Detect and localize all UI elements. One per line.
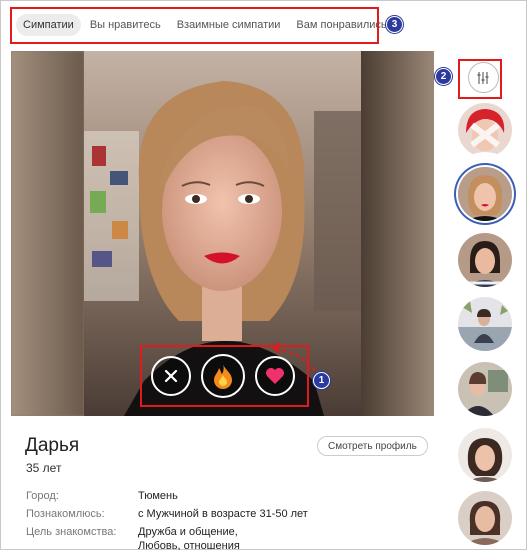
- goal-value-1: Дружба и общение,: [138, 526, 238, 538]
- sliders-icon: [477, 71, 489, 84]
- avatar-candidate-7[interactable]: [458, 491, 512, 545]
- avatar-candidate-1[interactable]: [458, 103, 512, 157]
- avatar-image: [458, 103, 512, 157]
- avatar-image: [458, 297, 512, 351]
- avatar-image: [458, 362, 512, 416]
- highlight-box-tabs: [10, 7, 379, 44]
- goal-label: Цель знакомства:: [26, 526, 117, 538]
- avatar-image: [458, 233, 512, 287]
- filter-circle: [467, 62, 499, 93]
- photo-blur-left: [11, 51, 84, 416]
- avatar-candidate-5[interactable]: [458, 362, 512, 416]
- annotation-badge-2: 2: [435, 68, 452, 85]
- avatar-image: [458, 428, 512, 482]
- annotation-badge-3: 3: [386, 16, 403, 33]
- avatar-candidate-3[interactable]: [458, 233, 512, 287]
- city-label: Город:: [26, 490, 59, 502]
- avatar-image: [458, 167, 512, 221]
- city-value: Тюмень: [138, 490, 178, 502]
- goal-value-2: Любовь, отношения: [138, 540, 240, 550]
- meet-label: Познакомлюсь:: [26, 508, 105, 520]
- app-window: Симпатии Вы нравитесь Взаимные симпатии …: [0, 0, 527, 550]
- filter-button[interactable]: [465, 61, 501, 94]
- profile-name: Дарья: [25, 435, 80, 456]
- avatar-candidate-4[interactable]: [458, 297, 512, 351]
- meet-value: с Мужчиной в возрасте 31-50 лет: [138, 508, 308, 520]
- avatar-image: [458, 491, 512, 545]
- avatar-candidate-current[interactable]: [458, 167, 512, 221]
- annotation-badge-1: 1: [313, 372, 330, 389]
- avatar-candidate-6[interactable]: [458, 428, 512, 482]
- view-profile-button[interactable]: Смотреть профиль: [317, 436, 428, 456]
- profile-age: 35 лет: [26, 461, 62, 475]
- photo-blur-right: [361, 51, 434, 416]
